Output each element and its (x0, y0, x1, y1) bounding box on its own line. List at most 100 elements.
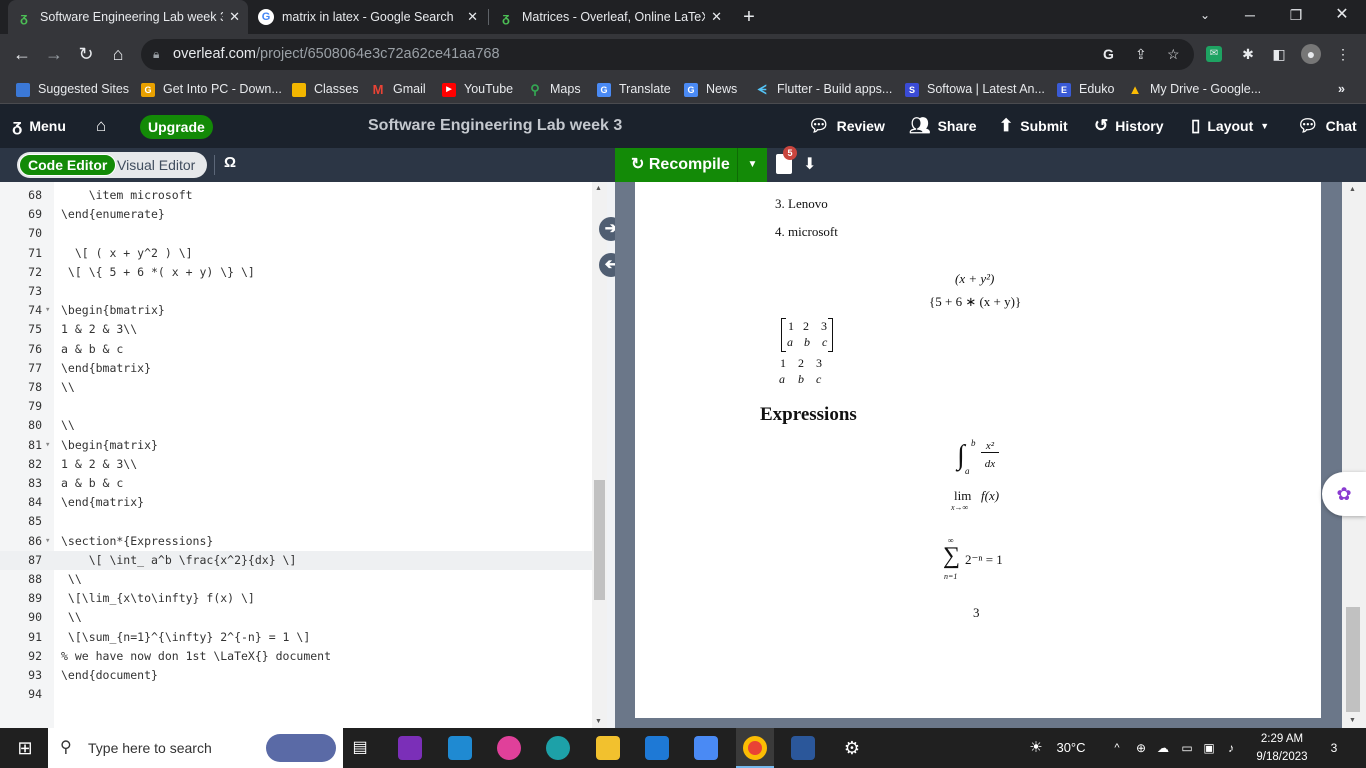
forward-arrow-icon[interactable]: → (42, 42, 66, 66)
restore-icon[interactable]: ❐ (1274, 0, 1318, 30)
code-line[interactable]: 80 \\ (0, 416, 592, 435)
recompile-dropdown-caret-icon[interactable]: ▼ (737, 148, 767, 182)
onedrive-icon[interactable]: ☁ (1154, 728, 1172, 768)
code-line[interactable]: 85 (0, 512, 592, 531)
pdf-scrollbar[interactable]: ▲ ▼ (1342, 182, 1366, 728)
close-window-icon[interactable]: ✕ (1320, 0, 1364, 30)
slack-icon[interactable] (497, 736, 521, 760)
back-arrow-icon[interactable]: ← (10, 42, 34, 66)
code-line[interactable]: 77 \end{bmatrix} (0, 359, 592, 378)
side-panel-icon[interactable]: ◧ (1269, 44, 1289, 64)
chevron-up-icon[interactable]: ^ (1108, 728, 1126, 768)
bookmarks-overflow-icon[interactable]: » (1338, 75, 1345, 104)
project-title[interactable]: Software Engineering Lab week 3 (368, 104, 622, 148)
reload-icon[interactable]: ↻ (74, 42, 98, 66)
code-editor-button[interactable]: Code Editor (19, 154, 117, 176)
google-lens-icon[interactable]: G (1103, 39, 1114, 70)
battery-icon[interactable]: ▭ (1178, 728, 1196, 768)
pdf-preview-pane[interactable]: 3. Lenovo 4. microsoft (x + y²) {5 + 6 ∗… (615, 182, 1366, 728)
code-line[interactable]: 76 a & b & c (0, 340, 592, 359)
code-line[interactable]: 86 ▾ \section*{Expressions} (0, 532, 592, 551)
fold-toggle-icon[interactable]: ▾ (45, 436, 50, 455)
code-line[interactable]: 70 (0, 224, 592, 243)
taskbar-search-input[interactable]: ⚲ Type here to search (48, 728, 343, 768)
chrome-taskbar-button[interactable] (736, 728, 774, 768)
puzzle-extensions-icon[interactable]: ✱ (1238, 44, 1258, 64)
edge-icon[interactable] (546, 736, 570, 760)
url-input[interactable]: 🔒︎ overleaf.com/project/6508064e3c72a62c… (141, 39, 1194, 70)
bookmark-gmail[interactable]: M Gmail (371, 75, 426, 104)
ai-assistant-brain-icon[interactable]: ✿ (1322, 472, 1366, 516)
scroll-down-icon[interactable]: ▼ (595, 718, 602, 725)
code-line[interactable]: 72 \[ \{ 5 + 6 *( x + y) \} \] (0, 263, 592, 282)
download-pdf-icon[interactable]: ⬇ (803, 154, 816, 174)
code-line[interactable]: 75 1 & 2 & 3\\ (0, 320, 592, 339)
menu-button[interactable]: ᵹ Menu (12, 104, 66, 148)
file-explorer-icon[interactable] (596, 736, 620, 760)
email-extension-icon[interactable]: ✉ (1206, 46, 1222, 62)
store-icon[interactable] (694, 736, 718, 760)
task-view-icon[interactable]: ▤ (348, 728, 372, 768)
network-icon[interactable]: ▣ (1200, 728, 1218, 768)
code-line[interactable]: 88 \\ (0, 570, 592, 589)
minimize-icon[interactable]: ─ (1228, 0, 1272, 30)
upgrade-button[interactable]: Upgrade (140, 115, 213, 139)
code-line[interactable]: 69 \end{enumerate} (0, 205, 592, 224)
tab-overleaf-project[interactable]: ᵹ Software Engineering Lab week 3 ✕ (8, 0, 248, 34)
review-button[interactable]: 💬︎ Review (808, 104, 885, 148)
visual-studio-icon[interactable] (398, 736, 422, 760)
home-button[interactable]: ⌂ (96, 104, 113, 148)
code-line[interactable]: 83 a & b & c (0, 474, 592, 493)
code-line[interactable]: 92 % we have now don 1st \LaTeX{} documen… (0, 647, 592, 666)
bookmark-youtube[interactable]: ▶ YouTube (442, 75, 513, 104)
code-line[interactable]: 71 \[ ( x + y^2 ) \] (0, 244, 592, 263)
submit-button[interactable]: ⬆ Submit (999, 104, 1068, 148)
meet-now-icon[interactable]: ⊕ (1132, 728, 1150, 768)
share-button[interactable]: 👥︎ Share (909, 104, 977, 148)
profile-avatar[interactable]: ● (1301, 44, 1321, 64)
bookmark-flutter[interactable]: ᗕ Flutter - Build apps... (755, 75, 892, 104)
code-line[interactable]: 90 \\ (0, 608, 592, 627)
code-line[interactable]: 89 \[\lim_{x\to\infty} f(x) \] (0, 589, 592, 608)
code-line[interactable]: 94 (0, 685, 592, 704)
temperature[interactable]: 30°C (1054, 728, 1088, 768)
code-line[interactable]: 74 ▾ \begin{bmatrix} (0, 301, 592, 320)
bookmark-suggested-sites[interactable]: Suggested Sites (16, 75, 129, 104)
new-tab-button[interactable]: + (736, 4, 762, 30)
code-line[interactable]: 78 \\ (0, 378, 592, 397)
close-icon[interactable]: ✕ (467, 9, 478, 25)
windows-start-icon[interactable]: ⊞ (10, 728, 40, 768)
bookmark-news[interactable]: G News (684, 75, 737, 104)
code-editor-pane[interactable]: 68 \item microsoft 69 \end{enumerate} 70 71 … (0, 182, 607, 728)
layout-button[interactable]: ▯ Layout ▼ (1191, 104, 1269, 148)
editor-scroll-thumb[interactable] (594, 480, 605, 600)
bookmark-eduko[interactable]: E Eduko (1057, 75, 1114, 104)
fold-toggle-icon[interactable]: ▾ (45, 301, 50, 320)
bookmark-classes[interactable]: Classes (292, 75, 358, 104)
bookmark-getintopc[interactable]: G Get Into PC - Down... (141, 75, 282, 104)
code-line[interactable]: 93 \end{document} (0, 666, 592, 685)
bookmark-star-icon[interactable]: ☆ (1167, 39, 1180, 70)
symbol-palette-button[interactable]: Ω (224, 154, 236, 171)
home-icon[interactable]: ⌂ (106, 42, 130, 66)
taskbar-clock[interactable]: 2:29 AM 9/18/2023 (1250, 730, 1314, 766)
tab-google-search[interactable]: G matrix in latex - Google Search ✕ (250, 0, 486, 34)
code-line[interactable]: 68 \item microsoft (0, 186, 592, 205)
vscode-icon[interactable] (448, 736, 472, 760)
share-icon[interactable]: ⇪ (1135, 39, 1147, 70)
close-icon[interactable]: ✕ (229, 9, 240, 25)
bookmark-translate[interactable]: G Translate (597, 75, 671, 104)
code-line[interactable]: 82 1 & 2 & 3\\ (0, 455, 592, 474)
scroll-down-icon[interactable]: ▼ (1349, 717, 1356, 724)
fold-toggle-icon[interactable]: ▾ (45, 532, 50, 551)
settings-gear-icon[interactable]: ⚙ (840, 728, 864, 768)
bookmark-my-drive[interactable]: ▲ My Drive - Google... (1128, 75, 1261, 104)
code-line[interactable]: 91 \[\sum_{n=1}^{\infty} 2^{-n} = 1 \] (0, 628, 592, 647)
code-line[interactable]: 73 (0, 282, 592, 301)
mail-icon[interactable] (645, 736, 669, 760)
tab-overleaf-matrices[interactable]: ᵹ Matrices - Overleaf, Online LaTeX ✕ (490, 0, 730, 34)
code-line[interactable]: 84 \end{matrix} (0, 493, 592, 512)
kebab-menu-icon[interactable]: ⋮ (1333, 44, 1353, 64)
tab-search-chevron-icon[interactable]: ⌄ (1183, 0, 1227, 30)
speaker-icon[interactable]: ♪ (1222, 728, 1240, 768)
